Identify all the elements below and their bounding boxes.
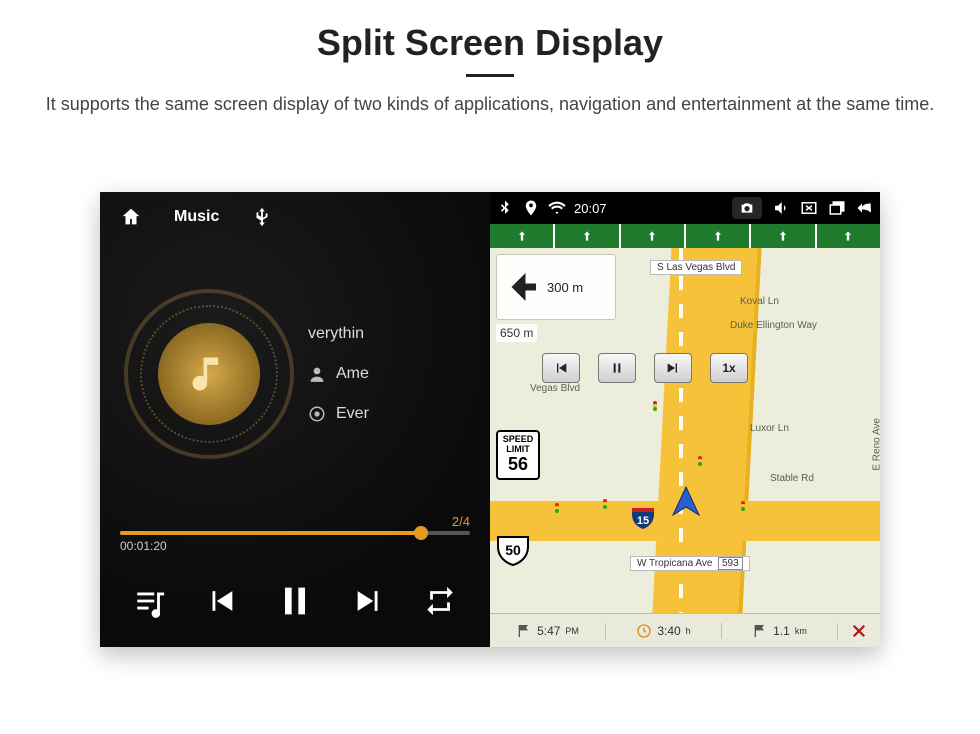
split-screen-device: Music verythin Ame [100,192,880,647]
nav-mini-controls: 1x [542,353,748,383]
music-metadata: verythin Ame Ever [294,325,478,423]
track-title: verythin [308,325,364,343]
speed-limit-sign: SPEED LIMIT 56 [496,430,540,480]
lane-arrow [621,224,686,248]
street-label: Stable Rd [770,473,814,484]
bluetooth-icon [496,199,514,217]
music-topbar: Music [100,192,490,242]
street-label: Vegas Blvd [530,383,580,394]
page-subtitle: It supports the same screen display of t… [40,91,940,118]
turn-distance: 300 m [547,280,583,295]
nav-speed-button[interactable]: 1x [710,353,748,383]
turn-panel: 300 m [496,254,616,320]
lane-arrow [751,224,816,248]
street-label: Duke Ellington Way [730,320,817,331]
status-bar: 20:07 [490,192,880,224]
nav-prev-button[interactable] [542,353,580,383]
map-area[interactable]: S Las Vegas Blvd Koval Ln Duke Ellington… [490,248,880,613]
street-label: Koval Ln [740,296,779,307]
svg-text:50: 50 [505,542,521,558]
trip-close-button[interactable] [838,622,880,640]
volume-icon[interactable] [772,199,790,217]
svg-text:15: 15 [637,515,649,527]
artist-row: Ame [308,365,478,383]
lane-arrow [490,224,555,248]
approach-distance: 650 m [496,324,537,342]
artist-name: Ame [336,365,369,383]
street-label: S Las Vegas Blvd [650,260,742,275]
music-app-label: Music [174,208,219,226]
title-underline [466,74,514,77]
vehicle-cursor [669,485,703,519]
trip-eta[interactable]: 5:47PM [490,623,606,639]
music-note-icon [187,352,231,396]
trip-distance[interactable]: 1.1km [722,623,838,639]
trip-duration[interactable]: 3:40h [606,623,722,639]
street-label: Luxor Ln [750,423,789,434]
music-body: verythin Ame Ever [100,242,490,506]
lane-guidance [490,224,880,248]
album-art [124,289,294,459]
page-title: Split Screen Display [0,22,980,64]
location-icon [522,199,540,217]
pause-button[interactable] [275,581,315,621]
repeat-button[interactable] [423,584,457,618]
home-icon[interactable] [120,206,142,228]
music-pane: Music verythin Ame [100,192,490,647]
lane-arrow [817,224,880,248]
lane-arrow [555,224,620,248]
elapsed-time: 00:01:20 [120,539,167,553]
street-label: W Tropicana Ave 593 [630,556,750,571]
status-time: 20:07 [574,201,607,216]
lane-arrow [686,224,751,248]
track-title-row: verythin [308,325,478,343]
turn-left-icon [501,266,543,308]
playlist-button[interactable] [133,584,167,618]
progress-bar[interactable] [120,531,470,535]
album-name: Ever [336,405,369,423]
flag-icon [516,623,532,639]
close-app-icon[interactable] [800,199,818,217]
route-shield: 50 [496,533,530,567]
prev-track-button[interactable] [204,584,238,618]
back-icon[interactable] [856,199,874,217]
artist-icon [308,365,326,383]
speed-limit-value: 56 [498,455,538,475]
wifi-icon [548,199,566,217]
next-track-button[interactable] [352,584,386,618]
usb-icon[interactable] [251,206,273,228]
progress-section: 2/4 00:01:20 [100,506,490,561]
close-icon [850,622,868,640]
trip-info-bar: 5:47PM 3:40h 1.1km [490,613,880,647]
interstate-shield: 15 [630,505,656,531]
recent-apps-icon[interactable] [828,199,846,217]
album-icon [308,405,326,423]
screenshot-icon[interactable] [732,197,762,219]
navigation-pane: 20:07 S Las Vegas Blvd Koval [490,192,880,647]
nav-pause-button[interactable] [598,353,636,383]
street-label: E Reno Ave [872,418,880,471]
music-controls [100,561,490,647]
flag-icon [752,623,768,639]
clock-icon [636,623,652,639]
album-row: Ever [308,405,478,423]
nav-next-button[interactable] [654,353,692,383]
